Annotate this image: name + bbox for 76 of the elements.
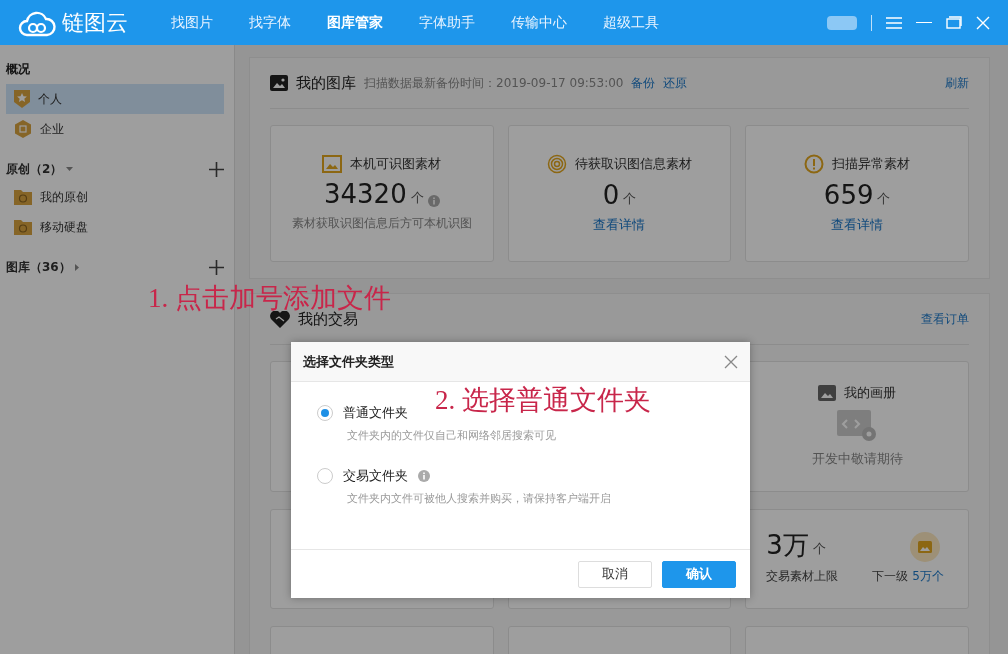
- dialog-title: 选择文件夹类型: [303, 352, 394, 371]
- section-heading: 概况: [6, 61, 31, 78]
- stat-title: 待获取识图信息素材: [575, 154, 692, 173]
- folder-icon: [14, 189, 32, 205]
- option-label: 普通文件夹: [343, 404, 408, 422]
- folder-icon: [14, 219, 32, 235]
- code-settings-icon: [837, 410, 878, 442]
- nav-tab[interactable]: 字体助手: [401, 13, 493, 32]
- group-toggle[interactable]: 图库（36）: [6, 258, 79, 276]
- hexagon-icon: [14, 120, 32, 138]
- folder-label: 移动硬盘: [40, 218, 88, 236]
- cancel-button[interactable]: 取消: [578, 560, 652, 588]
- option-label: 交易文件夹: [343, 467, 408, 485]
- maximize-button[interactable]: [946, 16, 962, 29]
- annotation-text: 2. 选择普通文件夹: [435, 384, 651, 417]
- details-link[interactable]: 查看详情: [593, 215, 646, 234]
- action-link[interactable]: 备份: [631, 74, 656, 92]
- confirm-button[interactable]: 确认: [662, 560, 736, 588]
- folder-item[interactable]: 移动硬盘: [6, 212, 224, 242]
- quota-label: 交易素材上限: [766, 568, 839, 585]
- add-button[interactable]: [209, 161, 224, 177]
- handshake-icon: [270, 310, 290, 328]
- backup-time-text: 扫描数据最新备份时间：2019-09-17 09:53:00: [364, 74, 624, 92]
- close-button[interactable]: [724, 354, 738, 369]
- status-note: 开发中敬请期待: [811, 450, 903, 468]
- nav-tab[interactable]: 传输中心: [493, 13, 585, 32]
- section-title: 我的图库: [296, 73, 356, 93]
- card-title: 我的画册: [844, 384, 897, 402]
- caret-icon: [66, 167, 74, 171]
- menu-button[interactable]: [886, 16, 902, 29]
- sidebar-item[interactable]: 企业: [6, 114, 224, 144]
- next-level-link[interactable]: 5万个: [912, 569, 944, 583]
- radio-button[interactable]: [317, 468, 333, 484]
- group-toggle[interactable]: 原创（2）: [6, 160, 74, 178]
- details-link[interactable]: 查看详情: [831, 215, 884, 234]
- add-button[interactable]: [209, 259, 224, 275]
- nav-tab[interactable]: 超级工具: [585, 13, 677, 32]
- folder-item[interactable]: 我的原创: [6, 182, 224, 212]
- shield-star-icon: [14, 90, 30, 108]
- refresh-link[interactable]: 刷新: [945, 74, 969, 92]
- image-icon: [270, 75, 288, 91]
- stat-note: 素材获取识图信息后方可本机识图: [291, 215, 472, 232]
- info-icon: [427, 195, 440, 207]
- radio-button[interactable]: [317, 405, 333, 421]
- app-logo-text: 链图云: [62, 8, 128, 37]
- section-title: 我的交易: [298, 309, 358, 329]
- stat-value: 659: [823, 181, 874, 208]
- image-icon: [910, 532, 940, 562]
- option-description: 文件夹内文件可被他人搜索并购买，请保持客户端开启: [346, 491, 612, 506]
- sidebar-item[interactable]: 个人: [6, 84, 224, 114]
- fingerprint-icon: [547, 153, 567, 174]
- sidebar-item-label: 个人: [38, 90, 62, 108]
- nav-tab[interactable]: 找图片: [153, 13, 231, 32]
- quota-value: 3万: [766, 532, 809, 558]
- orders-link[interactable]: 查看订单: [921, 310, 969, 328]
- stat-title: 扫描异常素材: [832, 154, 911, 173]
- option-description: 文件夹内的文件仅自己和网络邻居搜索可见: [346, 428, 557, 443]
- unit-label: 个: [410, 189, 424, 207]
- caret-icon: [74, 263, 79, 271]
- nav-tab[interactable]: 图库管家: [309, 13, 401, 32]
- next-level-label: 下一级: [872, 569, 909, 583]
- warning-icon: [804, 153, 825, 174]
- action-link[interactable]: 还原: [663, 74, 688, 92]
- info-icon: [418, 470, 430, 482]
- unit-label: 个: [812, 540, 826, 558]
- folder-label: 我的原创: [40, 188, 88, 206]
- image-icon: [818, 385, 837, 401]
- stat-value: 0: [602, 181, 620, 208]
- stat-value: 34320: [323, 181, 407, 207]
- user-avatar[interactable]: [827, 15, 857, 30]
- nav-tab[interactable]: 找字体: [231, 13, 309, 32]
- unit-label: 个: [877, 189, 891, 208]
- unit-label: 个: [623, 189, 637, 208]
- sidebar-item-label: 企业: [40, 120, 64, 138]
- stat-title: 本机可识图素材: [350, 155, 442, 173]
- image-icon: [322, 155, 343, 173]
